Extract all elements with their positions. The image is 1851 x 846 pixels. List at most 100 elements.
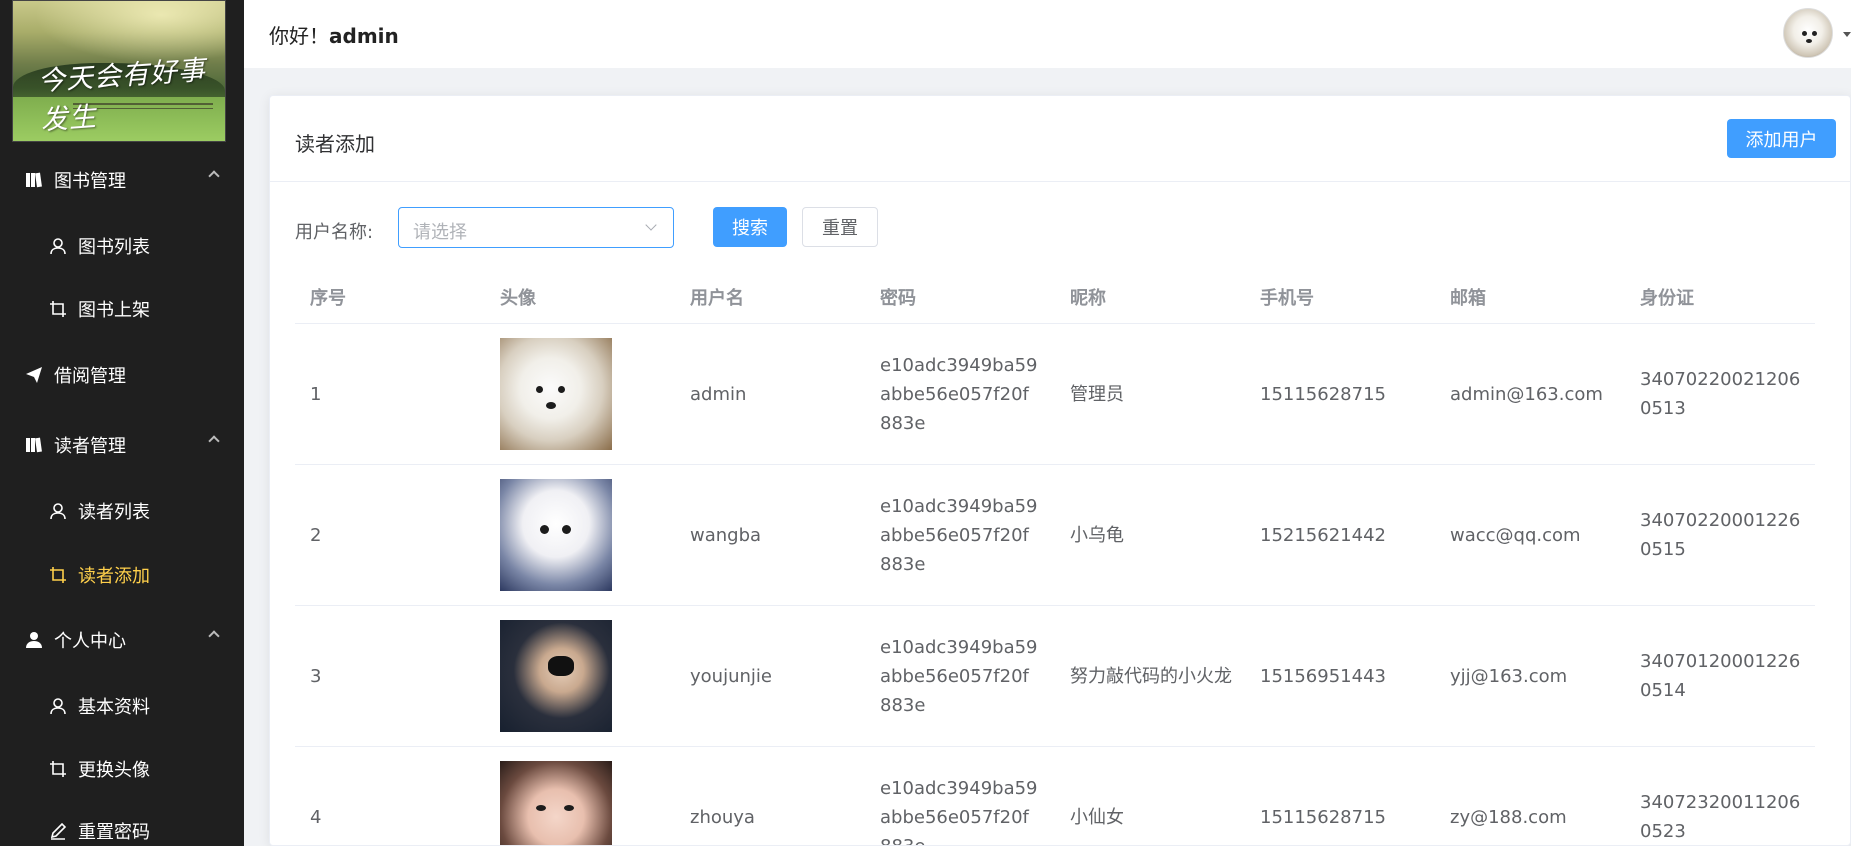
chevron-up-icon [208, 170, 220, 182]
book-icon [24, 435, 44, 455]
book-icon [24, 170, 44, 190]
table-row[interactable]: 2 wangba e10adc3949ba59abbe56e057f20f883… [295, 465, 1815, 606]
password-text: e10adc3949ba59abbe56e057f20f883e [880, 354, 1038, 434]
menu-label: 借阅管理 [54, 366, 126, 387]
cell-phone: 15115628715 [1260, 806, 1386, 828]
menu-reader-list[interactable]: 读者列表 [0, 486, 244, 536]
menu-book-list[interactable]: 图书列表 [0, 221, 244, 271]
user-icon [48, 696, 68, 716]
cell-phone: 15115628715 [1260, 383, 1386, 405]
menu-change-avatar[interactable]: 更换头像 [0, 744, 244, 794]
password-text: e10adc3949ba59abbe56e057f20f883e [880, 495, 1038, 575]
column-header: 邮箱 [1450, 288, 1486, 309]
top-header: 你好！admin [244, 0, 1851, 68]
cell-email: zy@188.com [1450, 806, 1567, 828]
id-card-text: 340702200012260515 [1640, 510, 1801, 560]
crop-icon [48, 759, 68, 779]
cell-avatar [485, 620, 675, 732]
cell-id-card: 340702200212060513 [1625, 365, 1815, 423]
menu-label: 读者添加 [78, 566, 150, 587]
cell-phone: 15156951443 [1260, 665, 1386, 687]
avatar-photo [500, 761, 612, 845]
table-row[interactable]: 4 zhouya e10adc3949ba59abbe56e057f20f883… [295, 747, 1815, 846]
avatar-photo [500, 620, 612, 732]
menu-reader-add[interactable]: 读者添加 [0, 550, 244, 600]
card-header: 读者添加 添加用户 [270, 96, 1850, 182]
cell-username: wangba [690, 524, 762, 546]
cell-phone: 15215621442 [1260, 524, 1386, 546]
cell-password: e10adc3949ba59abbe56e057f20f883e [865, 774, 1055, 846]
menu-book-management[interactable]: 图书管理 [0, 155, 244, 205]
cell-id-card: 340701200012260514 [1625, 647, 1815, 705]
search-button[interactable]: 搜索 [713, 207, 787, 247]
column-header: 手机号 [1260, 288, 1314, 309]
menu-book-shelve[interactable]: 图书上架 [0, 284, 244, 334]
add-user-button[interactable]: 添加用户 [1727, 119, 1836, 158]
cell-username: youjunjie [690, 665, 772, 687]
cell-email: yjj@163.com [1450, 665, 1568, 687]
column-header: 身份证 [1640, 288, 1694, 309]
table-row[interactable]: 3 youjunjie e10adc3949ba59abbe56e057f20f… [295, 606, 1815, 747]
cell-index: 4 [310, 806, 322, 828]
username-filter-label: 用户名称: [295, 222, 374, 243]
reset-button[interactable]: 重置 [802, 207, 878, 247]
cell-username: admin [690, 383, 747, 405]
cell-username: zhouya [690, 806, 755, 828]
column-header: 序号 [310, 288, 346, 309]
sidebar: 今天会有好事发生 图书管理 图书列表 图书上架 借阅管理 读者管理 读者列表 读… [0, 0, 244, 846]
password-text: e10adc3949ba59abbe56e057f20f883e [880, 636, 1038, 716]
menu-label: 读者管理 [54, 436, 126, 457]
id-card-text: 340723200112060523 [1640, 792, 1801, 842]
page-title: 读者添加 [295, 132, 375, 156]
chevron-down-icon [645, 219, 657, 231]
caret-down-icon[interactable] [1843, 32, 1851, 37]
avatar-photo [500, 338, 612, 450]
reader-add-card: 读者添加 添加用户 用户名称: 请选择 搜索 重置 序号 头像 用户名 密码 昵… [269, 95, 1851, 846]
menu-reader-management[interactable]: 读者管理 [0, 420, 244, 470]
column-header: 密码 [880, 288, 916, 309]
logo-image: 今天会有好事发生 [12, 0, 226, 142]
menu-label: 图书管理 [54, 171, 126, 192]
cell-password: e10adc3949ba59abbe56e057f20f883e [865, 351, 1055, 438]
crop-icon [48, 299, 68, 319]
person-icon [24, 630, 44, 650]
avatar-photo [500, 479, 612, 591]
user-icon [48, 501, 68, 521]
cell-nickname: 管理员 [1070, 383, 1124, 405]
column-header: 昵称 [1070, 288, 1106, 309]
column-header: 用户名 [690, 288, 744, 309]
cell-avatar [485, 761, 675, 845]
cell-index: 2 [310, 524, 322, 546]
table-header: 序号 头像 用户名 密码 昵称 手机号 邮箱 身份证 [295, 274, 1815, 324]
cell-index: 3 [310, 665, 322, 687]
menu-label: 图书上架 [78, 300, 150, 321]
cell-nickname: 小仙女 [1070, 806, 1124, 828]
crop-icon [48, 565, 68, 585]
cell-avatar [485, 479, 675, 591]
greeting: 你好！admin [269, 20, 399, 49]
edit-icon [48, 821, 68, 841]
menu-label: 更换头像 [78, 760, 150, 781]
menu-reset-password[interactable]: 重置密码 [0, 806, 244, 846]
cell-password: e10adc3949ba59abbe56e057f20f883e [865, 633, 1055, 720]
id-card-text: 340702200212060513 [1640, 369, 1801, 419]
menu-personal-center[interactable]: 个人中心 [0, 615, 244, 665]
cell-nickname: 小乌龟 [1070, 524, 1124, 546]
menu-borrow-management[interactable]: 借阅管理 [0, 350, 244, 400]
greeting-text: 你好！ [269, 24, 329, 48]
cell-email: admin@163.com [1450, 383, 1603, 405]
id-card-text: 340701200012260514 [1640, 651, 1801, 701]
cell-email: wacc@qq.com [1450, 524, 1581, 546]
cell-id-card: 340723200112060523 [1625, 788, 1815, 845]
password-text: e10adc3949ba59abbe56e057f20f883e [880, 777, 1038, 846]
chevron-up-icon [208, 630, 220, 642]
avatar[interactable] [1783, 8, 1833, 58]
menu-label: 读者列表 [78, 502, 150, 523]
table-row[interactable]: 1 admin e10adc3949ba59abbe56e057f20f883e… [295, 324, 1815, 465]
username-select[interactable]: 请选择 [398, 207, 674, 248]
greeting-username: admin [329, 24, 399, 48]
menu-basic-info[interactable]: 基本资料 [0, 681, 244, 731]
cell-id-card: 340702200012260515 [1625, 506, 1815, 564]
menu-label: 图书列表 [78, 237, 150, 258]
send-icon [24, 365, 44, 385]
